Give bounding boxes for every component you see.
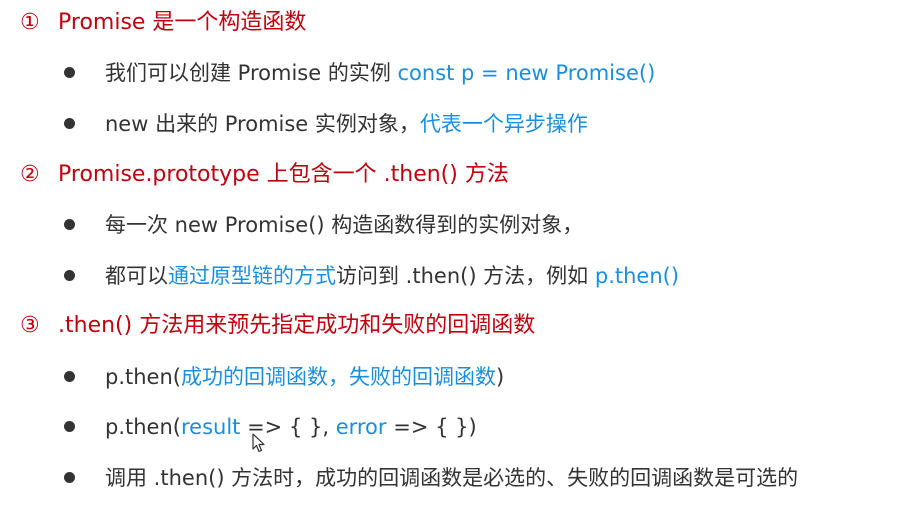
slide: ① Promise 是一个构造函数 我们可以创建 Promise 的实例 cons… (0, 0, 909, 505)
bullet-text-post: => { }) (386, 415, 477, 439)
bullet-highlight: 代表一个异步操作 (419, 112, 588, 136)
bullet-highlight: 成功的回调函数 (180, 365, 328, 389)
bullet-highlight-2: error (335, 415, 387, 439)
section-1-title: Promise 是一个构造函数 (58, 10, 307, 35)
section-3-title: .then() 方法用来预先指定成功和失败的回调函数 (58, 313, 536, 338)
list-item: 都可以通过原型链的方式访问到 .then() 方法，例如 p.then() (64, 261, 679, 291)
bullet-dot-icon (64, 117, 75, 129)
section-2-number: ② (20, 162, 40, 187)
section-3-number: ③ (20, 313, 40, 338)
list-item: 每一次 new Promise() 构造函数得到的实例对象， (64, 210, 583, 240)
bullet-text: 每一次 new Promise() 构造函数得到的实例对象， (105, 213, 584, 237)
mouse-cursor-icon (252, 433, 265, 453)
list-item: 我们可以创建 Promise 的实例 const p = new Promise… (64, 58, 655, 88)
bullet-highlight: const p = new Promise() (397, 61, 656, 85)
bullet-dot-icon (64, 269, 75, 281)
bullet-text: new 出来的 Promise 实例对象， (105, 112, 420, 136)
bullet-dot-icon (64, 471, 75, 483)
bullet-highlight-2: 失败的回调函数 (348, 365, 496, 389)
bullet-dot-icon (64, 218, 75, 230)
bullet-text-post: ) (495, 365, 505, 389)
bullet-dot-icon (64, 420, 75, 432)
bullet-highlight: 通过原型链的方式 (168, 264, 336, 288)
bullet-text: 我们可以创建 Promise 的实例 (105, 61, 398, 85)
bullet-highlight-2: p.then() (594, 264, 680, 288)
list-item: new 出来的 Promise 实例对象，代表一个异步操作 (64, 109, 588, 139)
section-2-heading: ② Promise.prototype 上包含一个 .then() 方法 (20, 160, 509, 190)
section-1-number: ① (20, 10, 40, 35)
section-1-heading: ① Promise 是一个构造函数 (20, 8, 306, 38)
bullet-text: 调用 .then() 方法时，成功的回调函数是必选的、失败的回调函数是可选的 (105, 466, 799, 490)
bullet-text-pre: 都可以 (105, 264, 168, 288)
bullet-text-pre: p.then( (105, 365, 181, 389)
bullet-text-pre: p.then( (105, 415, 181, 439)
list-item: p.then(result => { }, error => { }) (64, 412, 477, 442)
bullet-text-mid: ， (327, 365, 349, 389)
section-2-title: Promise.prototype 上包含一个 .then() 方法 (58, 162, 509, 187)
bullet-dot-icon (64, 66, 75, 78)
list-item: p.then(成功的回调函数，失败的回调函数) (64, 362, 504, 392)
bullet-dot-icon (64, 370, 75, 382)
section-3-heading: ③ .then() 方法用来预先指定成功和失败的回调函数 (20, 311, 535, 341)
bullet-highlight: result (180, 415, 241, 439)
bullet-text-post: 访问到 .then() 方法，例如 (336, 264, 595, 288)
list-item: 调用 .then() 方法时，成功的回调函数是必选的、失败的回调函数是可选的 (64, 463, 798, 493)
